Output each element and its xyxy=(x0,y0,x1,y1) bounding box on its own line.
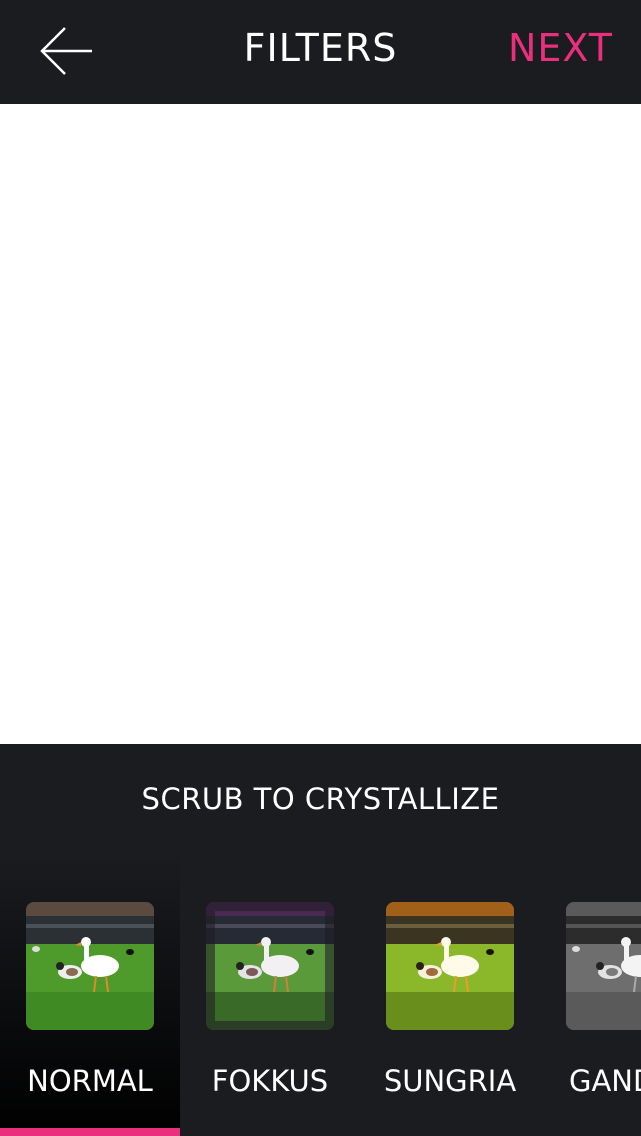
filter-sungria[interactable]: SUNGRIA xyxy=(360,852,540,1136)
filter-normal[interactable]: NORMAL xyxy=(0,852,180,1136)
filter-label: NORMAL xyxy=(27,1064,153,1098)
selected-indicator xyxy=(0,1128,180,1136)
filter-label: SUNGRIA xyxy=(383,1064,517,1098)
filter-thumbnail xyxy=(566,902,641,1030)
scrub-hint: SCRUB TO CRYSTALLIZE xyxy=(141,782,500,816)
filter-panel: SCRUB TO CRYSTALLIZE NORMAL FOKKUS SUNGR… xyxy=(0,744,641,1136)
filter-fokkus[interactable]: FOKKUS xyxy=(180,852,360,1136)
filter-thumbnail xyxy=(26,902,154,1030)
filter-gand[interactable]: GAND xyxy=(540,852,641,1136)
filter-label: FOKKUS xyxy=(211,1064,329,1098)
filter-thumbnail xyxy=(206,902,334,1030)
filter-thumbnail xyxy=(386,902,514,1030)
filter-strip[interactable]: NORMAL FOKKUS SUNGRIA GAN xyxy=(0,852,641,1136)
image-preview xyxy=(0,104,641,744)
filter-label: GAND xyxy=(569,1064,641,1098)
top-bar: FILTERS NEXT xyxy=(0,0,641,104)
next-button[interactable]: NEXT xyxy=(508,26,613,70)
